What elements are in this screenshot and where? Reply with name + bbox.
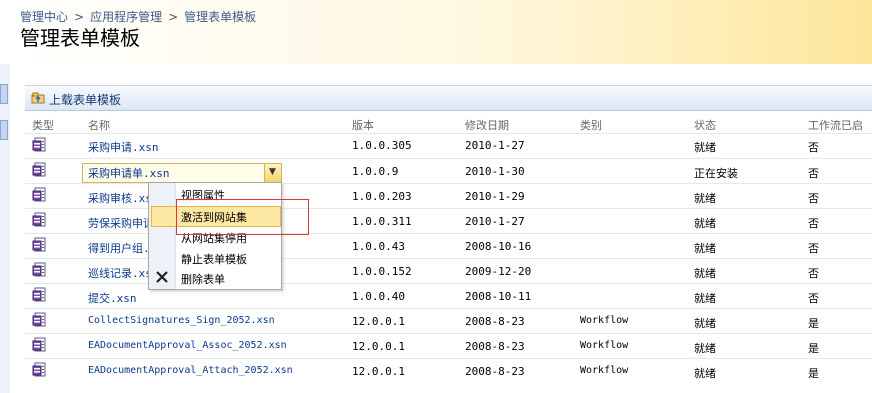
form-template-icon: [32, 212, 46, 227]
row-divider: [25, 133, 872, 134]
form-status: 就绪: [694, 342, 716, 355]
form-workflow-enabled: 否: [808, 242, 819, 255]
form-workflow-enabled: 是: [808, 367, 819, 380]
form-workflow-enabled: 是: [808, 317, 819, 330]
form-status: 就绪: [694, 141, 716, 154]
form-status: 就绪: [694, 242, 716, 255]
form-category: Workflow: [580, 315, 629, 326]
column-header-type[interactable]: 类型: [32, 117, 54, 133]
form-name-link[interactable]: 采购申请.xsn: [88, 139, 159, 155]
column-header-category[interactable]: 类别: [580, 117, 602, 133]
form-status: 就绪: [694, 267, 716, 280]
form-template-icon: [32, 337, 46, 352]
delete-icon: [156, 271, 168, 283]
column-header-status[interactable]: 状态: [694, 117, 716, 133]
row-divider: [25, 333, 872, 334]
form-status: 正在安装: [694, 167, 738, 180]
upload-icon: [31, 92, 45, 104]
annotation-highlight-box: [176, 199, 309, 235]
form-version: 1.0.0.311: [352, 215, 412, 228]
form-category: Workflow: [580, 365, 629, 376]
list-toolbar: 上载表单模板: [25, 85, 872, 111]
chevron-down-icon: ▼: [269, 167, 276, 177]
nav-edge-marker: [0, 84, 8, 104]
form-version: 1.0.0.305: [352, 139, 412, 152]
form-modified-date: 2010-1-27: [465, 215, 525, 228]
form-version: 1.0.0.40: [352, 290, 405, 303]
page-header: 管理中心 > 应用程序管理 > 管理表单模板 管理表单模板: [0, 0, 872, 64]
form-version: 1.0.0.203: [352, 190, 412, 203]
form-template-icon: [32, 287, 46, 302]
form-status: 就绪: [694, 292, 716, 305]
form-name-link[interactable]: 提交.xsn: [88, 290, 137, 306]
column-header-modified[interactable]: 修改日期: [465, 117, 509, 133]
breadcrumb-separator: >: [168, 10, 179, 24]
form-workflow-enabled: 否: [808, 167, 819, 180]
row-divider: [25, 158, 872, 159]
form-category: Workflow: [580, 340, 629, 351]
form-version: 1.0.0.9: [352, 165, 399, 178]
row-divider: [25, 358, 872, 359]
left-nav-edge: [0, 64, 10, 393]
form-template-icon: [32, 362, 46, 377]
form-modified-date: 2010-1-29: [465, 190, 525, 203]
form-workflow-enabled: 否: [808, 217, 819, 230]
form-version: 1.0.0.152: [352, 265, 412, 278]
form-version: 1.0.0.43: [352, 240, 405, 253]
form-modified-date: 2009-12-20: [465, 265, 532, 278]
form-modified-date: 2008-10-11: [465, 290, 532, 303]
form-modified-date: 2010-1-27: [465, 139, 525, 152]
form-name-link[interactable]: EADocumentApproval_Assoc_2052.xsn: [88, 340, 287, 351]
breadcrumb-current: 管理表单模板: [184, 10, 257, 24]
column-header-name[interactable]: 名称: [88, 117, 110, 133]
form-template-icon: [32, 137, 46, 152]
form-workflow-enabled: 是: [808, 342, 819, 355]
form-workflow-enabled: 否: [808, 292, 819, 305]
item-menu-dropdown-button[interactable]: ▼: [264, 164, 281, 182]
menu-item-quiesce-form-template[interactable]: 静止表单模板: [181, 251, 247, 267]
form-status: 就绪: [694, 217, 716, 230]
form-name-link[interactable]: EADocumentApproval_Attach_2052.xsn: [88, 365, 293, 376]
form-status: 就绪: [694, 367, 716, 380]
form-status: 就绪: [694, 192, 716, 205]
upload-form-template-button[interactable]: 上载表单模板: [49, 91, 121, 108]
form-workflow-enabled: 否: [808, 141, 819, 154]
form-template-icon: [32, 262, 46, 277]
form-modified-date: 2008-8-23: [465, 340, 525, 353]
form-name-link[interactable]: 采购申请单.xsn: [88, 165, 170, 181]
form-modified-date: 2008-10-16: [465, 240, 532, 253]
form-name-link[interactable]: CollectSignatures_Sign_2052.xsn: [88, 315, 275, 326]
form-status: 就绪: [694, 317, 716, 330]
menu-item-delete-form[interactable]: 删除表单: [181, 271, 225, 287]
nav-edge-marker: [0, 120, 8, 140]
column-header-version[interactable]: 版本: [352, 117, 374, 133]
form-template-icon: [32, 187, 46, 202]
form-workflow-enabled: 否: [808, 267, 819, 280]
row-divider: [25, 308, 872, 309]
page-title: 管理表单模板: [20, 26, 140, 50]
form-modified-date: 2010-1-30: [465, 165, 525, 178]
form-modified-date: 2008-8-23: [465, 315, 525, 328]
form-template-icon: [32, 162, 46, 177]
form-version: 12.0.0.1: [352, 365, 405, 378]
form-template-icon: [32, 312, 46, 327]
form-template-icon: [32, 237, 46, 252]
form-version: 12.0.0.1: [352, 340, 405, 353]
form-workflow-enabled: 否: [808, 192, 819, 205]
column-header-workflow[interactable]: 工作流已启: [808, 117, 863, 133]
form-version: 12.0.0.1: [352, 315, 405, 328]
form-modified-date: 2008-8-23: [465, 365, 525, 378]
